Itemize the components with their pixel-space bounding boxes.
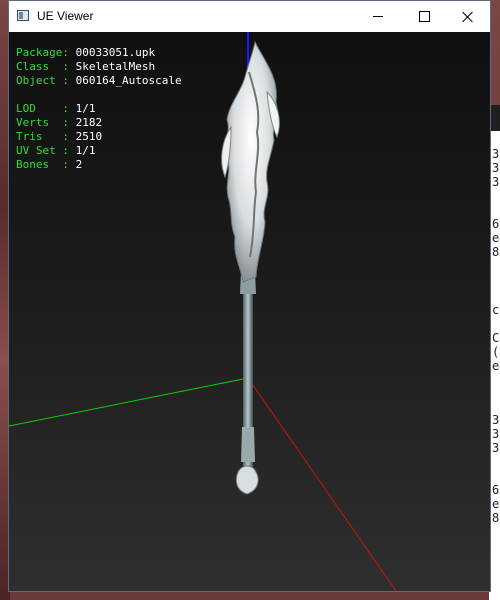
info-label: Bones : <box>16 158 76 171</box>
info-value: 2 <box>75 158 83 171</box>
maximize-button[interactable] <box>401 1 447 32</box>
close-icon <box>462 11 474 23</box>
info-row-lod: LOD : 1/1 <box>16 102 182 116</box>
info-value: 2182 <box>75 116 103 129</box>
background-text: 3 <box>492 441 500 455</box>
background-text: 3 <box>492 427 500 441</box>
app-icon[interactable] <box>17 10 29 21</box>
info-label: Verts : <box>16 116 76 129</box>
maximize-icon <box>418 11 430 22</box>
background-text: 8 <box>492 245 500 259</box>
info-label: LOD : <box>16 102 76 115</box>
info-row-object: Object : 060164_Autoscale <box>16 74 182 88</box>
minimize-icon <box>373 16 383 17</box>
info-value: 1/1 <box>75 144 96 157</box>
info-value: 1/1 <box>75 102 96 115</box>
background-text: e <box>492 359 500 373</box>
background-text: c <box>492 303 500 317</box>
minimize-button[interactable] <box>355 1 401 32</box>
close-button[interactable] <box>445 1 491 32</box>
info-value: 00033051.upk <box>75 46 156 59</box>
info-label: Class : <box>16 60 76 73</box>
background-text: 3 <box>492 413 500 427</box>
info-value: 060164_Autoscale <box>75 74 182 87</box>
info-label: Package: <box>16 46 76 59</box>
info-label: Object : <box>16 74 76 87</box>
background-text: e <box>492 497 500 511</box>
info-row-class: Class : SkeletalMesh <box>16 60 182 74</box>
info-row-bones: Bones : 2 <box>16 158 182 172</box>
info-label: UV Set : <box>16 144 76 157</box>
3d-viewport[interactable]: Package: 00033051.upk Class : SkeletalMe… <box>9 32 490 591</box>
mesh-info-panel: Package: 00033051.upk Class : SkeletalMe… <box>16 46 182 172</box>
background-text: 8 <box>492 511 500 525</box>
background-text: C <box>492 331 500 345</box>
background-text: 3 <box>492 147 500 161</box>
staff-pommel <box>235 465 259 495</box>
title-bar[interactable]: UE Viewer <box>9 1 490 32</box>
y-axis-line <box>9 377 249 427</box>
ue-viewer-window: UE Viewer Package: 00033051.upk Class: … <box>8 0 491 592</box>
info-row-tris: Tris : 2510 <box>16 130 182 144</box>
info-row-uvset: UV Set : 1/1 <box>16 144 182 158</box>
background-text: ( <box>492 345 500 359</box>
background-text: e <box>492 231 500 245</box>
info-row-package: Package: 00033051.upk <box>16 46 182 60</box>
info-label: Tris : <box>16 130 76 143</box>
background-text: 3 <box>492 161 500 175</box>
info-value: 2510 <box>75 130 103 143</box>
background-text: 6 <box>492 217 500 231</box>
info-row-verts: Verts : 2182 <box>16 116 182 130</box>
staff-lower-rings <box>241 427 255 462</box>
window-title: UE Viewer <box>37 9 94 23</box>
background-text: 6 <box>492 483 500 497</box>
info-value: SkeletalMesh <box>75 60 156 73</box>
background-text: 3 <box>492 175 500 189</box>
x-axis-line <box>247 377 397 591</box>
